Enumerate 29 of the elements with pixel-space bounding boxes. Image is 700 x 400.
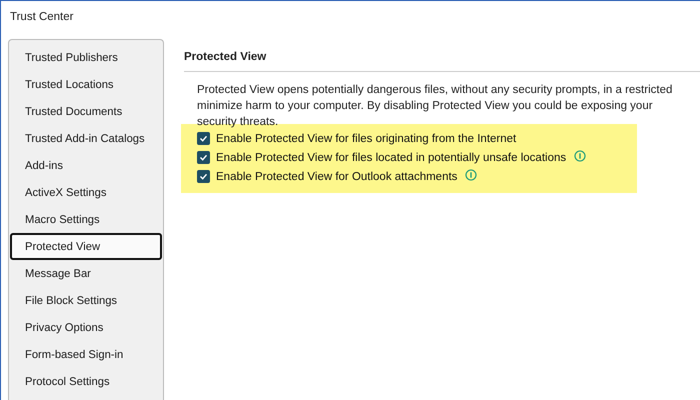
checkbox[interactable] [197,151,210,164]
description-text: Protected View opens potentially dangerous files, without any security prompts, in a restricted [197,83,674,98]
option-label[interactable]: Enable Protected View for Outlook attachments [216,170,458,182]
check-icon [199,153,208,162]
window-title: Trust Center [9,10,74,24]
info-icon[interactable] [465,168,478,180]
sidebar-item[interactable]: Privacy Options [10,314,162,341]
sidebar-item[interactable]: ActiveX Settings [10,179,162,206]
checkbox[interactable] [197,132,210,145]
sidebar-item[interactable]: Trusted Add-in Catalogs [10,125,162,152]
option-label[interactable]: Enable Protected View for files located in potentially unsafe locations [216,152,566,164]
sidebar-item[interactable]: Form-based Sign-in [10,341,162,368]
sidebar-item[interactable]: Trusted Documents [10,98,162,125]
sidebar-item[interactable]: Macro Settings [10,206,162,233]
sidebar-item[interactable]: Protected View [10,233,162,260]
info-icon[interactable] [574,150,586,162]
section-title: Protected View [184,51,700,72]
option-label[interactable]: Enable Protected View for files originating from the Internet [216,132,516,144]
check-icon [199,134,208,143]
sidebar-item[interactable]: Trusted Locations [10,71,162,98]
sidebar-item[interactable]: Trusted Publishers [10,44,162,71]
description-text: security threats. [197,115,280,130]
sidebar-item[interactable]: Add-ins [10,152,162,179]
sidebar-item[interactable]: File Block Settings [10,287,162,314]
checkbox[interactable] [197,170,210,183]
sidebar-item[interactable]: Protocol Settings [10,368,162,395]
check-icon [199,172,208,181]
description-text: minimize harm to your computer. By disabling Protected View you could be exposing your [197,99,654,114]
sidebar-item[interactable]: Message Bar [10,260,162,287]
